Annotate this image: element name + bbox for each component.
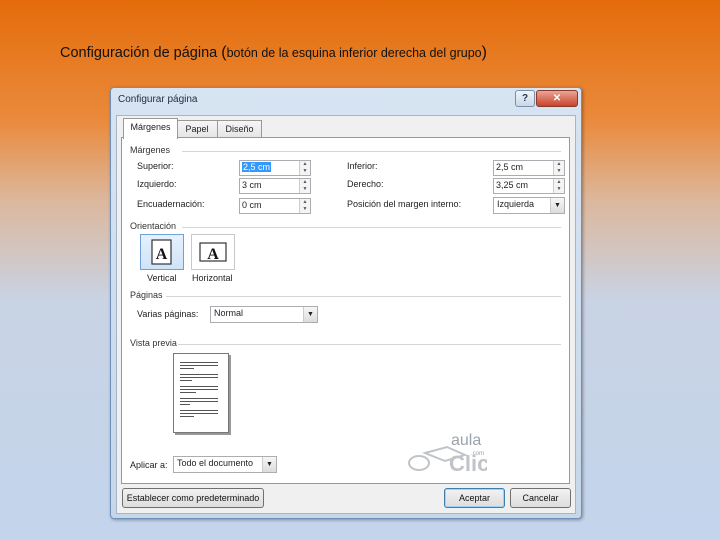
inferior-label: Inferior: [347,161,378,171]
encuadernacion-spin-arrows[interactable]: ▲ ▼ [299,199,310,213]
slide-title: Configuración de página (botón de la esq… [60,44,487,62]
derecho-spin-arrows[interactable]: ▲ ▼ [553,179,564,193]
aplicar-label: Aplicar a: [130,460,168,470]
orientation-vertical-button[interactable]: A [140,234,184,270]
spin-up-icon[interactable]: ▲ [300,161,310,168]
superior-spinner[interactable]: 2,5 cm ▲ ▼ [239,160,311,176]
aplicar-value: Todo el documento [177,458,254,468]
slide-title-main: Configuración de página [60,45,218,61]
spin-down-icon[interactable]: ▼ [300,186,310,193]
chevron-down-icon[interactable]: ▼ [550,198,564,213]
derecho-value[interactable]: 3,25 cm [496,180,528,190]
aulaclic-logo-icon: aula Clic .com [408,432,487,476]
chevron-down-icon[interactable]: ▼ [262,457,276,472]
preview-separator [178,344,561,345]
inferior-spin-arrows[interactable]: ▲ ▼ [553,161,564,175]
dialog-titlebar[interactable]: Configurar página ? ✕ [111,88,581,112]
cancel-button[interactable]: Cancelar [510,488,571,508]
orientation-horizontal-label[interactable]: Horizontal [192,273,233,283]
chevron-down-icon[interactable]: ▼ [303,307,317,322]
superior-spin-arrows[interactable]: ▲ ▼ [299,161,310,175]
aplicar-select[interactable]: Todo el documento ▼ [173,456,277,473]
watermark-line1: aula [451,432,481,449]
margins-tab-panel: Márgenes Superior: 2,5 cm ▲ ▼ Inferior: 2… [121,137,570,484]
spin-down-icon[interactable]: ▼ [554,168,564,175]
orientation-horizontal-button[interactable]: A [191,234,235,270]
ok-button[interactable]: Aceptar [444,488,505,508]
izquierdo-value[interactable]: 3 cm [242,180,262,190]
tab-papel[interactable]: Papel [176,120,218,138]
spin-down-icon[interactable]: ▼ [554,186,564,193]
margins-separator [182,151,561,152]
spin-down-icon[interactable]: ▼ [300,206,310,213]
izquierdo-label: Izquierdo: [137,179,177,189]
portrait-page-icon: A [151,239,172,265]
preview-page-thumbnail [173,353,229,433]
slide-title-paren-close: ) [481,44,487,61]
posicion-margen-label: Posición del margen interno: [347,199,462,209]
preview-group-label: Vista previa [130,338,177,348]
slide-subtitle: botón de la esquina inferior derecha del… [226,46,482,60]
superior-value[interactable]: 2,5 cm [242,162,272,172]
help-button[interactable]: ? [515,90,535,107]
dialog-client-area: Márgenes Papel Diseño Márgenes Superior:… [116,115,576,514]
derecho-spinner[interactable]: 3,25 cm ▲ ▼ [493,178,565,194]
spin-down-icon[interactable]: ▼ [300,168,310,175]
encuadernacion-value[interactable]: 0 cm [242,200,262,210]
svg-text:A: A [156,246,168,263]
varias-paginas-value: Normal [214,308,244,318]
pages-separator [166,296,561,297]
landscape-page-icon: A [199,242,227,263]
derecho-label: Derecho: [347,179,384,189]
svg-text:A: A [207,246,219,263]
set-default-button[interactable]: Establecer como predeterminado [122,488,264,508]
spin-up-icon[interactable]: ▲ [554,161,564,168]
inferior-value[interactable]: 2,5 cm [496,162,523,172]
close-button[interactable]: ✕ [536,90,578,107]
posicion-margen-select[interactable]: Izquierda ▼ [493,197,565,214]
orientation-separator [182,227,561,228]
encuadernacion-label: Encuadernación: [137,199,205,209]
orientation-vertical-label[interactable]: Vertical [147,273,177,283]
spin-up-icon[interactable]: ▲ [554,179,564,186]
dialog-title: Configurar página [118,94,198,105]
margins-group-label: Márgenes [130,145,171,155]
posicion-margen-value: Izquierda [497,199,535,209]
encuadernacion-spinner[interactable]: 0 cm ▲ ▼ [239,198,311,214]
page-setup-dialog: Configurar página ? ✕ Márgenes Papel Dis… [110,87,582,519]
superior-label: Superior: [137,161,174,171]
inferior-spinner[interactable]: 2,5 cm ▲ ▼ [493,160,565,176]
spin-up-icon[interactable]: ▲ [300,179,310,186]
varias-paginas-label: Varias páginas: [137,309,199,319]
spin-up-icon[interactable]: ▲ [300,199,310,206]
tab-diseno[interactable]: Diseño [217,120,262,138]
izquierdo-spinner[interactable]: 3 cm ▲ ▼ [239,178,311,194]
varias-paginas-select[interactable]: Normal ▼ [210,306,318,323]
watermark-suffix: .com [471,451,484,457]
izquierdo-spin-arrows[interactable]: ▲ ▼ [299,179,310,193]
orientation-group-label: Orientación [130,221,177,231]
tab-margenes[interactable]: Márgenes [123,118,178,139]
pages-group-label: Páginas [130,290,163,300]
